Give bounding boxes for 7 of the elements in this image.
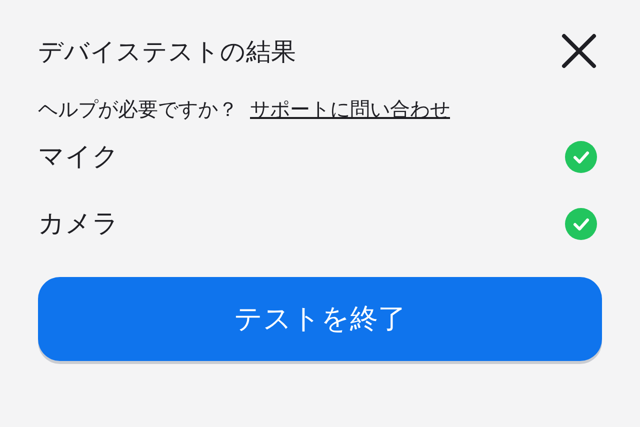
device-label: カメラ [38,208,119,241]
device-label: マイク [38,141,119,174]
dialog-title: デバイステストの結果 [38,36,296,68]
support-link[interactable]: サポートに問い合わせ [250,96,450,123]
end-test-button[interactable]: テストを終了 [38,277,602,361]
help-text: ヘルプが必要ですか？ [38,96,238,123]
close-icon[interactable] [560,32,598,70]
